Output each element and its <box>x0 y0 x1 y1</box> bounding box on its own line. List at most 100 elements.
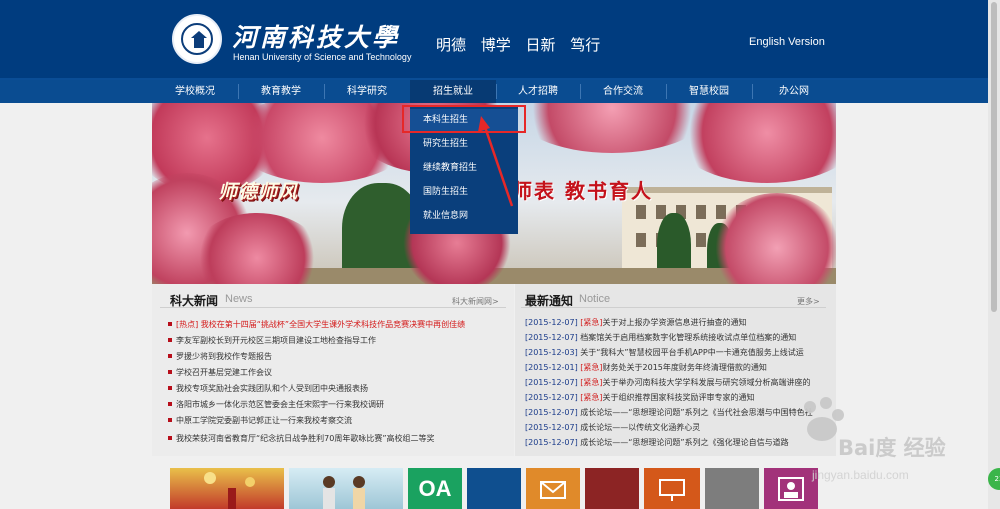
notice-date: [2015-12-07] <box>525 333 578 342</box>
notice-urgent-tag: [紧急] <box>580 318 603 327</box>
nav-item-recruitment[interactable]: 人才招聘 <box>496 80 580 103</box>
news-item[interactable]: 我校专项奖励社会实践团队和个人受到团中央通报表扬 <box>168 382 508 396</box>
notice-item[interactable]: [2015-12-07] 成长论坛——“思想理论问题”系列之《当代社会思潮与中国… <box>525 406 825 420</box>
blue-tile[interactable] <box>467 468 521 509</box>
nav-item-office[interactable]: 办公网 <box>752 80 836 103</box>
bullet-icon <box>168 369 172 374</box>
building-window <box>696 233 706 247</box>
notice-date: [2015-12-07] <box>525 393 578 402</box>
banner-slogan-right: 师表 教书育人 <box>512 179 653 203</box>
gray-tile[interactable] <box>705 468 759 509</box>
notice-text: 档案馆关于启用档案数字化管理系统接收试点单位档案的通知 <box>580 333 797 342</box>
banner-slogan-left: 师德师风 <box>218 181 299 203</box>
main-nav: 学校概况 教育教学 科学研究 招生就业 人才招聘 合作交流 智慧校园 办公网 <box>0 80 1000 103</box>
nav-item-smart-campus[interactable]: 智慧校园 <box>666 80 752 103</box>
news-item[interactable]: [热点] 我校在第十四届“挑战杯”全国大学生课外学术科技作品竞赛决赛中再创佳绩 <box>168 318 508 332</box>
nav-item-about[interactable]: 学校概况 <box>152 80 238 103</box>
news-item-text: 罗援少将到我校作专题报告 <box>176 352 272 361</box>
news-item-text: 学校召开基层党建工作会议 <box>176 368 272 377</box>
notice-text: 成长论坛——“思想理论问题”系列之《强化理论自信与道路 <box>580 438 789 447</box>
notice-date: [2015-12-07] <box>525 408 578 417</box>
university-name-cn[interactable]: 河南科技大學 <box>232 18 400 54</box>
news-item-text: 洛阳市城乡一体化示范区管委会主任宋熙宇一行来我校调研 <box>176 400 384 409</box>
news-item-text: 李友军副校长到开元校区三期项目建设工地检查指导工作 <box>176 336 376 345</box>
notice-date: [2015-12-07] <box>525 378 578 387</box>
bullet-icon <box>168 385 172 390</box>
promo-tile-students[interactable] <box>289 468 403 509</box>
nav-item-admissions[interactable]: 招生就业 <box>410 80 496 103</box>
notice-date: [2015-12-07] <box>525 318 578 327</box>
notice-item[interactable]: [2015-12-07] [紧急]关于举办河南科技大学学科发展与研究领域分析高端… <box>525 376 825 390</box>
notice-date: [2015-12-01] <box>525 363 578 372</box>
notice-item[interactable]: [2015-12-03] 关于“我科大”智慧校园平台手机APP中一卡通充值服务上… <box>525 346 825 360</box>
university-seal-logo[interactable] <box>172 14 222 64</box>
news-item[interactable]: 中原工学院党委副书记郭正让一行来我校考察交流 <box>168 414 508 428</box>
notice-item[interactable]: [2015-12-01] [紧急]财务处关于2015年度财务年终清理借款的通知 <box>525 361 825 375</box>
news-item-text: 中原工学院党委副书记郭正让一行来我校考察交流 <box>176 416 352 425</box>
bullet-icon <box>168 353 172 358</box>
university-name-en: Henan University of Science and Technolo… <box>233 52 412 62</box>
bullet-icon <box>168 321 172 326</box>
nav-item-cooperation[interactable]: 合作交流 <box>580 80 666 103</box>
news-item[interactable]: 李友军副校长到开元校区三期项目建设工地检查指导工作 <box>168 334 508 348</box>
portrait-tile[interactable] <box>764 468 818 509</box>
notice-text: 关于组织推荐国家科技奖励评审专家的通知 <box>602 393 755 402</box>
notice-item[interactable]: [2015-12-07] [紧急]关于对上报办学资源信息进行抽查的通知 <box>525 316 825 330</box>
notice-text: 关于举办河南科技大学学科发展与研究领域分析高端讲座的 <box>602 378 811 387</box>
notice-date: [2015-12-07] <box>525 438 578 447</box>
news-item-text: 我校荣获河南省教育厅“纪念抗日战争胜利70周年歌咏比赛”高校组二等奖 <box>176 434 435 443</box>
news-item[interactable]: 罗援少将到我校作专题报告 <box>168 350 508 364</box>
news-item[interactable]: 洛阳市城乡一体化示范区管委会主任宋熙宇一行来我校调研 <box>168 398 508 412</box>
building-window <box>636 233 646 247</box>
notice-text: 成长论坛——以传统文化涵养心灵 <box>580 423 701 432</box>
notice-item[interactable]: [2015-12-07] [紧急]关于组织推荐国家科技奖励评审专家的通知 <box>525 391 825 405</box>
nav-item-research[interactable]: 科学研究 <box>324 80 410 103</box>
notice-more-link[interactable]: 更多> <box>797 296 820 307</box>
news-header-rule <box>160 307 506 308</box>
students-illustration-icon <box>323 476 365 509</box>
notice-panel: 最新通知 Notice 更多> [2015-12-07] [紧急]关于对上报办学… <box>515 284 836 456</box>
notice-text: 关于对上报办学资源信息进行抽查的通知 <box>602 318 747 327</box>
monitor-tile[interactable] <box>644 468 700 509</box>
notice-text: 成长论坛——“思想理论问题”系列之《当代社会思潮与中国特色社 <box>580 408 813 417</box>
news-item[interactable]: 我校荣获河南省教育厅“纪念抗日战争胜利70周年歌咏比赛”高校组二等奖 <box>168 432 508 446</box>
nav-item-education[interactable]: 教育教学 <box>238 80 324 103</box>
news-subtitle: News <box>225 293 253 305</box>
promo-tile-celebration[interactable] <box>170 468 284 509</box>
user-portrait-icon <box>778 477 804 501</box>
notice-urgent-tag: [紧急] <box>580 393 603 402</box>
building-window <box>696 205 706 219</box>
notice-urgent-tag: [紧急] <box>580 363 603 372</box>
notice-header-rule <box>521 307 826 308</box>
scrollbar-thumb[interactable] <box>991 2 997 312</box>
bullet-icon <box>168 417 172 422</box>
notice-text: 关于“我科大”智慧校园平台手机APP中一卡通充值服务上线试运 <box>580 348 804 357</box>
news-panel: 科大新闻 News 科大新闻网> [热点] 我校在第十四届“挑战杯”全国大学生课… <box>152 284 514 456</box>
notice-subtitle: Notice <box>579 293 611 305</box>
notice-item[interactable]: [2015-12-07] 成长论坛——“思想理论问题”系列之《强化理论自信与道路 <box>525 436 825 450</box>
notice-item[interactable]: [2015-12-07] 成长论坛——以传统文化涵养心灵 <box>525 421 825 435</box>
seal-ring <box>181 23 213 55</box>
seal-roof-mark <box>191 31 207 38</box>
notice-item[interactable]: [2015-12-07] 档案馆关于启用档案数字化管理系统接收试点单位档案的通知 <box>525 331 825 345</box>
seal-building-mark <box>194 38 204 48</box>
oa-tile[interactable]: OA <box>408 468 462 509</box>
monitor-icon <box>659 479 685 501</box>
red-tile[interactable] <box>585 468 639 509</box>
mail-tile[interactable] <box>526 468 580 509</box>
notice-date: [2015-12-03] <box>525 348 578 357</box>
bullet-icon <box>168 435 172 440</box>
bullet-icon <box>168 401 172 406</box>
page-scrollbar[interactable] <box>988 0 1000 509</box>
news-item[interactable]: 学校召开基层党建工作会议 <box>168 366 508 380</box>
building-window <box>636 205 646 219</box>
mail-icon <box>540 481 566 499</box>
university-motto: 明德 博学 日新 笃行 <box>436 36 601 54</box>
notice-text: 财务处关于2015年度财务年终清理借款的通知 <box>602 363 767 372</box>
bullet-icon <box>168 337 172 342</box>
news-item-text: [热点] 我校在第十四届“挑战杯”全国大学生课外学术科技作品竞赛决赛中再创佳绩 <box>176 320 466 329</box>
annotation-arrow-icon <box>478 116 514 207</box>
news-more-link[interactable]: 科大新闻网> <box>452 296 499 307</box>
english-version-link[interactable]: English Version <box>749 36 825 48</box>
notice-urgent-tag: [紧急] <box>580 378 603 387</box>
